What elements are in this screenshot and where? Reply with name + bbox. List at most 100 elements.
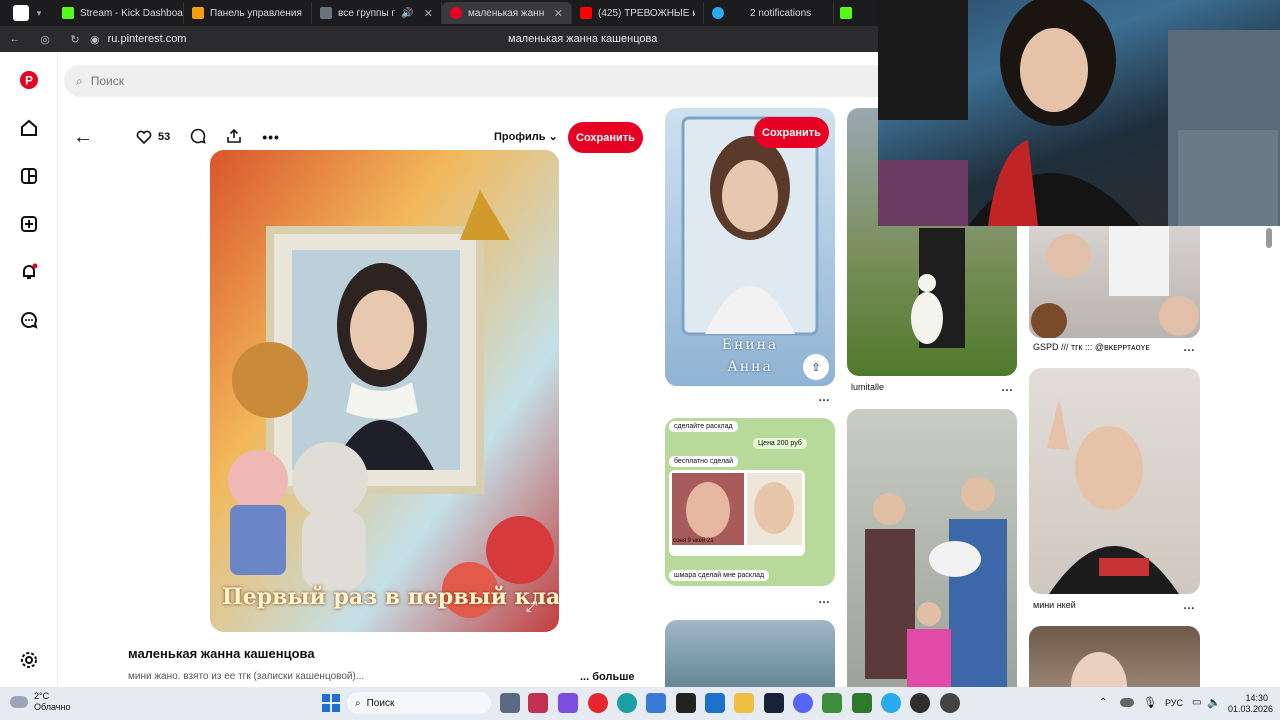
chat-bubble: шмара сделай мне расклад bbox=[669, 570, 770, 581]
language-indicator[interactable]: РУС bbox=[1165, 698, 1183, 708]
kick-icon[interactable] bbox=[840, 7, 852, 19]
back-arrow-icon[interactable]: ← bbox=[73, 126, 93, 149]
chat-photo: соня 9 нкей 21 bbox=[669, 470, 805, 556]
mail-icon[interactable] bbox=[705, 693, 725, 713]
discord-icon[interactable] bbox=[793, 693, 813, 713]
bell-icon[interactable] bbox=[19, 262, 39, 282]
xbox-icon[interactable] bbox=[852, 693, 872, 713]
feed-tile-mini-nkey[interactable] bbox=[1029, 368, 1200, 594]
pin-image[interactable]: Первый раз в первый класс! ⤢ bbox=[210, 150, 559, 632]
like-button[interactable]: 53 bbox=[136, 129, 170, 145]
clock[interactable]: 14:30 01.03.2026 bbox=[1228, 693, 1274, 715]
edge-icon[interactable] bbox=[617, 693, 637, 713]
tab-donation[interactable]: Панель управления - Don bbox=[184, 2, 312, 24]
tile-caption-text: Енина Анна bbox=[721, 337, 779, 375]
tab-pinterest[interactable]: маленькая жанна каш ✕ bbox=[442, 2, 572, 24]
pinterest-icon bbox=[450, 7, 462, 19]
cloud-icon bbox=[10, 696, 28, 708]
feed-tile-gspd[interactable] bbox=[1029, 226, 1200, 338]
donation-icon bbox=[192, 7, 204, 19]
explore-icon[interactable] bbox=[19, 166, 39, 186]
save-button[interactable]: Сохранить bbox=[754, 117, 829, 148]
more-options-icon[interactable]: … bbox=[1183, 598, 1195, 612]
chevron-down-icon: ⌄ bbox=[548, 131, 558, 143]
reload-icon[interactable]: ↻ bbox=[60, 33, 90, 46]
sidebar: P bbox=[0, 52, 58, 687]
chevron-up-icon[interactable]: ⌃ bbox=[1099, 697, 1107, 708]
url-field[interactable]: ru.pinterest.com bbox=[108, 33, 187, 45]
back-arrow-icon[interactable]: ← bbox=[0, 33, 30, 45]
feed-tile-enina[interactable]: Енина Анна Сохранить ⇧ bbox=[665, 108, 835, 386]
feed-tile-class[interactable] bbox=[665, 620, 835, 687]
save-button[interactable]: Сохранить bbox=[568, 122, 643, 153]
like-count: 53 bbox=[158, 131, 171, 143]
copilot-icon[interactable] bbox=[558, 693, 578, 713]
svg-text:P: P bbox=[25, 74, 33, 88]
search-input[interactable]: ⌕ Поиск bbox=[64, 65, 964, 97]
chat-bubble: бесплатно сделай bbox=[669, 456, 738, 467]
steam-icon[interactable] bbox=[764, 693, 784, 713]
address-bar: ← ◎ ↻ ◉ ru.pinterest.com маленькая жанна… bbox=[0, 26, 878, 52]
weather-widget[interactable]: 2°C Облачно bbox=[10, 691, 70, 713]
folder-icon[interactable] bbox=[734, 693, 754, 713]
scrollbar[interactable] bbox=[1266, 228, 1272, 248]
feed-caption[interactable]: GSPD /// тгк ::: @ʙᴋᴇᴘᴘᴛᴀᴏʏᴇ bbox=[1033, 342, 1150, 352]
app-icon[interactable] bbox=[940, 693, 960, 713]
taskbar-search[interactable]: ⌕ Поиск bbox=[347, 692, 491, 714]
share-icon[interactable] bbox=[226, 128, 242, 147]
snipping-icon[interactable] bbox=[528, 693, 548, 713]
speaker-icon[interactable]: 🔊 bbox=[401, 8, 413, 19]
site-info-icon[interactable]: ◉ bbox=[90, 33, 100, 46]
obs-icon[interactable] bbox=[910, 693, 930, 713]
shield-icon[interactable]: ◎ bbox=[30, 33, 60, 46]
microphone-icon[interactable]: 🎙 bbox=[1143, 696, 1157, 709]
home-icon[interactable] bbox=[19, 118, 39, 138]
profile-dropdown[interactable]: Профиль ⌄ bbox=[494, 130, 558, 143]
store-icon[interactable] bbox=[646, 693, 666, 713]
clock-date: 01.03.2026 bbox=[1228, 704, 1274, 714]
share-icon[interactable]: ⇧ bbox=[803, 354, 829, 380]
heart-icon bbox=[136, 130, 152, 145]
tab-kick[interactable]: Stream - Kick Dashboard bbox=[54, 2, 184, 24]
tab-youtube[interactable]: (425) ТРЕВОЖНЫЕ истор bbox=[572, 2, 704, 24]
weather-temp: 2°C bbox=[34, 691, 50, 701]
pin-title: маленькая жанна кашенцова bbox=[128, 646, 315, 661]
more-options-icon[interactable]: ••• bbox=[262, 129, 280, 145]
close-icon[interactable]: ✕ bbox=[424, 7, 433, 20]
feed-tile-girl[interactable] bbox=[1029, 626, 1200, 687]
search-icon: ⌕ bbox=[355, 697, 361, 709]
browser-menu[interactable]: ▾ bbox=[0, 5, 54, 21]
settings-icon[interactable] bbox=[19, 650, 39, 670]
tab-groups[interactable]: все группы попадаю 🔊 ✕ bbox=[312, 2, 442, 24]
browser-logo-icon bbox=[12, 5, 29, 21]
telegram-icon[interactable] bbox=[881, 693, 901, 713]
tab-telegram[interactable]: 2 notifications bbox=[704, 2, 834, 24]
pinterest-logo-icon[interactable]: P bbox=[19, 70, 39, 90]
volume-icon[interactable]: 🔈 bbox=[1207, 696, 1221, 709]
expand-icon[interactable]: ⤢ bbox=[526, 598, 537, 615]
messages-icon[interactable] bbox=[19, 310, 39, 330]
more-options-icon[interactable]: … bbox=[1183, 340, 1195, 354]
more-options-icon[interactable]: … bbox=[1001, 380, 1013, 394]
close-icon[interactable]: ✕ bbox=[554, 7, 563, 20]
image-caption: Первый раз в первый класс! bbox=[222, 584, 559, 610]
capture-icon[interactable] bbox=[676, 693, 696, 713]
feed-caption[interactable]: мини нкей bbox=[1033, 600, 1076, 610]
network-icon[interactable]: ▭ bbox=[1192, 697, 1201, 708]
cloud-icon[interactable] bbox=[1120, 698, 1134, 707]
more-options-icon[interactable]: … bbox=[818, 592, 830, 606]
create-icon[interactable] bbox=[19, 214, 39, 234]
windows-start-icon[interactable] bbox=[321, 693, 341, 713]
feed-tile-chat[interactable]: сделайте расклад Цена 200 руб бесплатно … bbox=[665, 418, 835, 586]
more-options-icon[interactable]: … bbox=[818, 390, 830, 404]
globe-icon bbox=[320, 7, 332, 19]
minecraft-icon[interactable] bbox=[822, 693, 842, 713]
task-view-icon[interactable] bbox=[500, 693, 520, 713]
comment-icon[interactable] bbox=[190, 128, 206, 147]
feed-caption[interactable]: lumitalle bbox=[851, 382, 884, 392]
yandex-browser-icon[interactable] bbox=[588, 693, 608, 713]
clock-time: 14:30 bbox=[1245, 693, 1268, 703]
more-link[interactable]: ... больше bbox=[580, 671, 635, 683]
feed-tile-family[interactable] bbox=[847, 409, 1017, 687]
weather-desc: Облачно bbox=[34, 702, 71, 712]
